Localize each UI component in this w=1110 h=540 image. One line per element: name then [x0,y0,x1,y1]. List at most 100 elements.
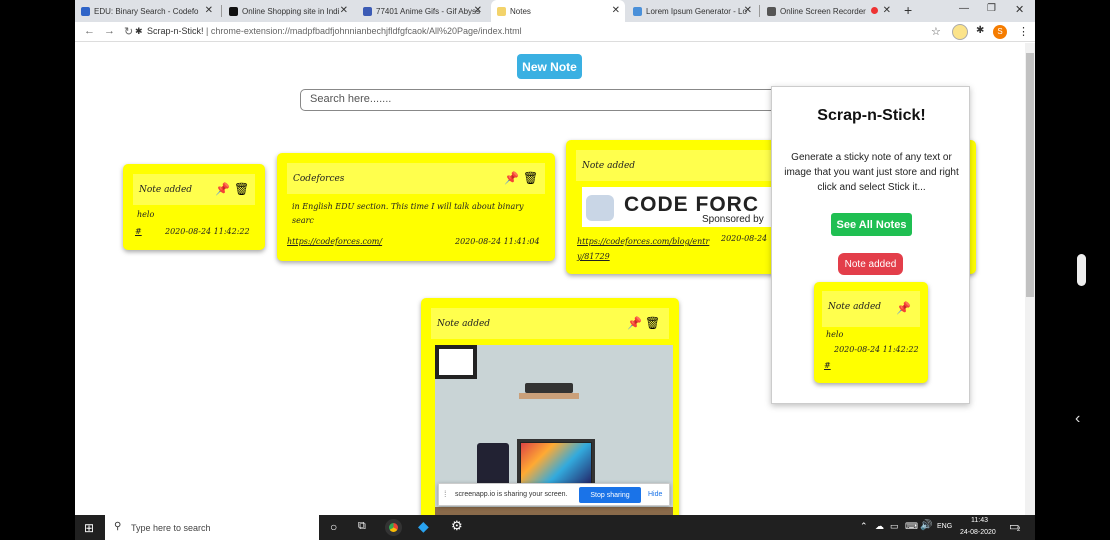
see-all-notes-button[interactable]: See All Notes [831,213,912,236]
back-icon[interactable]: ← [84,25,95,37]
note-body: helo [137,210,155,219]
back-arrow-icon[interactable]: ‹ [1075,410,1080,428]
url-text: chrome-extension://madpfbadfjohnnianbech… [210,26,522,36]
tab-online-shopping[interactable]: Online Shopping site in Indi ✕ [223,0,353,22]
note-link[interactable]: https://codeforces.com/blog/entry/81729 [577,234,712,264]
tab-divider [221,5,222,17]
tray-chevron-icon[interactable]: ⌃ [860,521,868,532]
close-tab-icon[interactable]: ✕ [612,5,620,16]
new-note-button[interactable]: New Note [517,54,582,79]
volume-icon[interactable]: 🔊 [920,520,932,531]
windows-start-icon[interactable]: ⊞ [84,521,94,535]
amazon-favicon-icon [229,6,238,16]
task-view-icon[interactable]: ⧉ [358,520,366,533]
note-body: helo [826,330,844,339]
page-scrollbar[interactable] [1025,43,1035,515]
note-link[interactable]: # [824,361,831,370]
trash-icon[interactable]: 🗑 [234,182,249,196]
menu-kebab-icon[interactable]: ⋮ [1018,25,1029,38]
close-window-icon[interactable]: ✕ [1015,3,1024,16]
extensions-icon[interactable]: ✱ [976,25,984,36]
url-separator: | [206,26,209,36]
note-link[interactable]: https://codeforces.com/ [287,237,382,246]
note-added-button[interactable]: Note added [838,253,903,275]
url-field[interactable]: Scrap-n-Stick! | chrome-extension://madp… [147,26,522,36]
taskbar-search[interactable]: ⚲ Type here to search [105,515,319,540]
search-icon: ⚲ [114,521,122,532]
note-body: in English EDU section. This time I will… [292,202,524,225]
clock-date[interactable]: 24-08-2020 [960,529,996,536]
tablet [477,443,509,487]
scrollbar-thumb[interactable] [1026,53,1034,297]
note-card: Note added 📌 🗑 helo # 2020-08-24 11:42:2… [123,164,265,250]
close-tab-icon[interactable]: ✕ [205,5,213,16]
monitor-screen [521,443,591,485]
router [525,383,573,393]
chrome-icon[interactable] [385,519,402,536]
trash-icon[interactable]: 🗑 [645,316,660,330]
note-title: Note added [828,302,882,312]
tab-notes[interactable]: Notes ✕ [491,0,625,22]
search-input[interactable]: Search here....... [300,89,780,111]
note-header: Note added [576,150,776,181]
pin-icon[interactable]: 📌 [627,316,642,330]
tab-label: Lorem Ipsum Generator - Lo [646,6,747,16]
mini-note-card: Note added 📌 helo 2020-08-24 11:42:22 # [814,282,928,383]
tab-label: Online Shopping site in Indi [242,6,340,16]
side-handle[interactable] [1077,254,1086,286]
forward-icon[interactable]: → [104,25,115,37]
recording-dot-icon [871,7,878,14]
right-black-bar: ‹ [1035,0,1110,540]
windows-taskbar: ⊞ ⚲ Type here to search ○ ⧉ ◆ ⚙ ⌃ ☁ ▭ ⌨ … [75,515,1035,540]
popup-title: Scrap-n-Stick! [817,107,926,124]
language-indicator[interactable]: ENG [937,523,952,530]
address-bar: ← → ↻ ✱ Scrap-n-Stick! | chrome-extensio… [75,22,1035,42]
pin-icon[interactable]: 📌 [215,182,230,196]
network-icon[interactable]: ⌨ [905,521,918,532]
scrap-n-stick-extension-icon[interactable] [952,24,968,40]
tab-screen-recorder[interactable]: Online Screen Recorder ✕ [761,0,896,22]
close-tab-icon[interactable]: ✕ [744,5,752,16]
tab-lorem-ipsum[interactable]: Lorem Ipsum Generator - Lo ✕ [627,0,757,22]
clock-time[interactable]: 11:43 [971,517,988,524]
pin-icon[interactable]: 📌 [896,301,911,315]
codeforces-logo-image: CODE FORC Sponsored by [582,187,782,227]
close-tab-icon[interactable]: ✕ [474,5,482,16]
close-tab-icon[interactable]: ✕ [340,5,348,16]
extension-puzzle-icon: ✱ [135,26,143,36]
share-text: screenapp.io is sharing your screen. [455,491,568,498]
drag-handle-icon[interactable]: ⁞ [444,489,447,499]
tab-strip: EDU: Binary Search - Codefo ✕ Online Shop… [75,0,1035,22]
url-title: Scrap-n-Stick! [147,26,204,36]
pin-icon[interactable]: 📌 [504,171,519,185]
notes-page: New Note Search here....... Note added 📌… [75,43,1025,515]
tab-edu-binary-search[interactable]: EDU: Binary Search - Codefo ✕ [75,0,218,22]
notification-count: 2 [1017,527,1021,533]
logo-mask-icon [586,195,614,221]
note-date: 2020-08-24 11:42:22 [165,227,250,236]
reload-icon[interactable]: ↻ [124,25,133,38]
restore-icon[interactable]: ❐ [987,3,996,14]
settings-gear-icon[interactable]: ⚙ [451,518,463,534]
note-title: Note added [582,161,636,171]
cortana-icon[interactable]: ○ [330,520,337,534]
stop-sharing-button[interactable]: Stop sharing [579,487,641,503]
new-tab-plus-icon[interactable]: + [904,2,912,18]
lorem-favicon-icon [633,6,642,16]
note-title: Note added [139,185,193,195]
trash-icon[interactable]: 🗑 [523,171,538,185]
note-date: 2020-08-24 11:42:22 [834,345,919,354]
profile-avatar[interactable]: S [993,25,1007,39]
hide-button[interactable]: Hide [648,491,662,498]
cloud-icon[interactable]: ☁ [875,521,884,532]
vscode-icon[interactable]: ◆ [418,518,429,535]
tab-anime-gifs[interactable]: 77401 Anime Gifs - Gif Abyss ✕ [357,0,487,22]
battery-icon[interactable]: ▭ [890,521,899,532]
note-card: Codeforces 📌 🗑 in English EDU section. T… [277,153,555,261]
tab-label: Notes [510,6,531,16]
tab-label: Online Screen Recorder [780,6,866,16]
close-tab-icon[interactable]: ✕ [883,5,891,16]
note-link[interactable]: # [135,227,142,236]
minimize-icon[interactable]: — [959,3,969,14]
bookmark-star-icon[interactable]: ☆ [931,25,941,38]
